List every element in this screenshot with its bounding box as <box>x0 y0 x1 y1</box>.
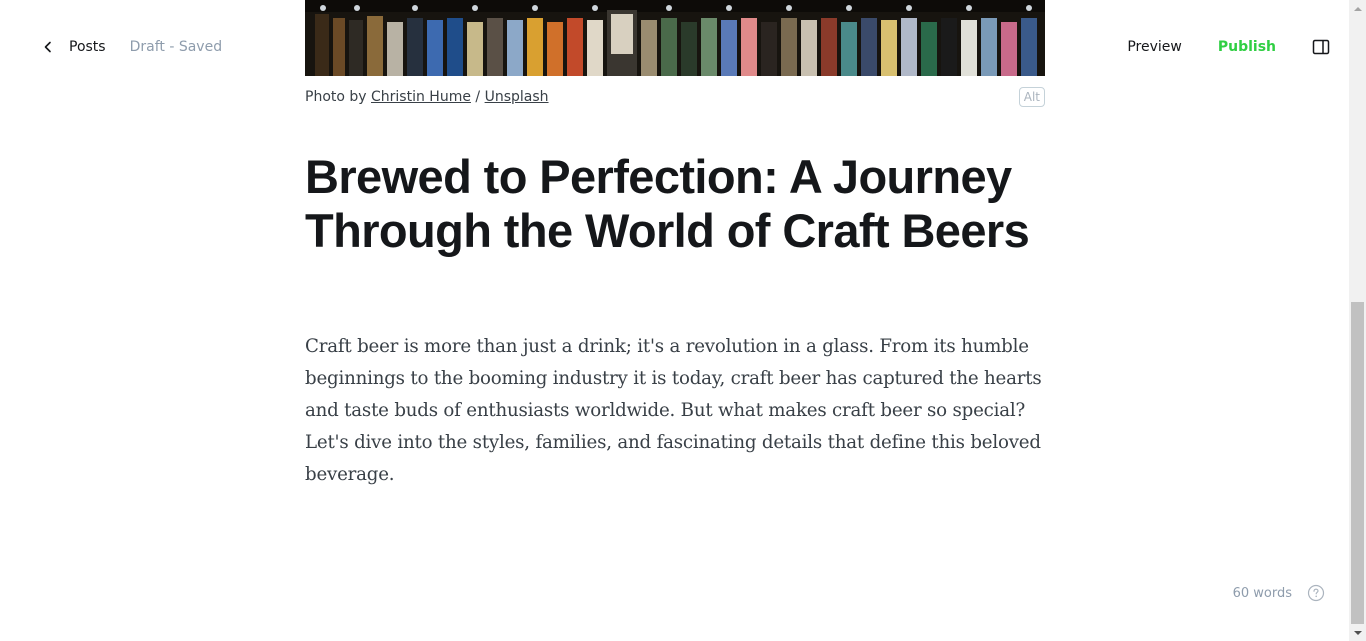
preview-button[interactable]: Preview <box>1127 39 1182 55</box>
image-caption[interactable]: Photo by Christin Hume / Unsplash <box>305 89 549 105</box>
back-to-posts-link[interactable]: Posts <box>40 39 106 55</box>
caption-source-link[interactable]: Unsplash <box>485 89 549 105</box>
editor-header-right: Preview Publish <box>1127 36 1330 58</box>
editor-page: Photo by Christin Hume / Unsplash Alt Po… <box>0 0 1366 641</box>
chevron-left-icon <box>40 39 56 55</box>
publish-button[interactable]: Publish <box>1218 39 1276 55</box>
caption-prefix: Photo by <box>305 89 367 105</box>
post-status: Draft - Saved <box>129 39 223 55</box>
post-body[interactable]: Craft beer is more than just a drink; it… <box>305 331 1045 491</box>
vertical-scrollbar[interactable] <box>1349 0 1366 641</box>
scroll-up-arrow-icon[interactable] <box>1349 0 1366 17</box>
post-title[interactable]: Brewed to Perfection: A Journey Through … <box>305 150 1050 257</box>
word-count-label: 60 words <box>1232 585 1292 601</box>
scroll-down-arrow-icon[interactable] <box>1349 624 1366 641</box>
caption-author-link[interactable]: Christin Hume <box>371 89 471 105</box>
editor-header-left: Posts Draft - Saved <box>40 36 222 58</box>
image-caption-row: Photo by Christin Hume / Unsplash Alt <box>305 86 1045 108</box>
word-count: 60 words <box>1233 583 1325 603</box>
scrollbar-thumb[interactable] <box>1351 302 1364 624</box>
alt-text-button[interactable]: Alt <box>1018 87 1045 107</box>
help-circle-icon[interactable] <box>1307 584 1325 602</box>
sidebar-toggle-icon[interactable] <box>1312 38 1330 56</box>
feature-image[interactable] <box>305 0 1045 76</box>
caption-separator: / <box>475 89 481 105</box>
back-label: Posts <box>69 39 106 55</box>
